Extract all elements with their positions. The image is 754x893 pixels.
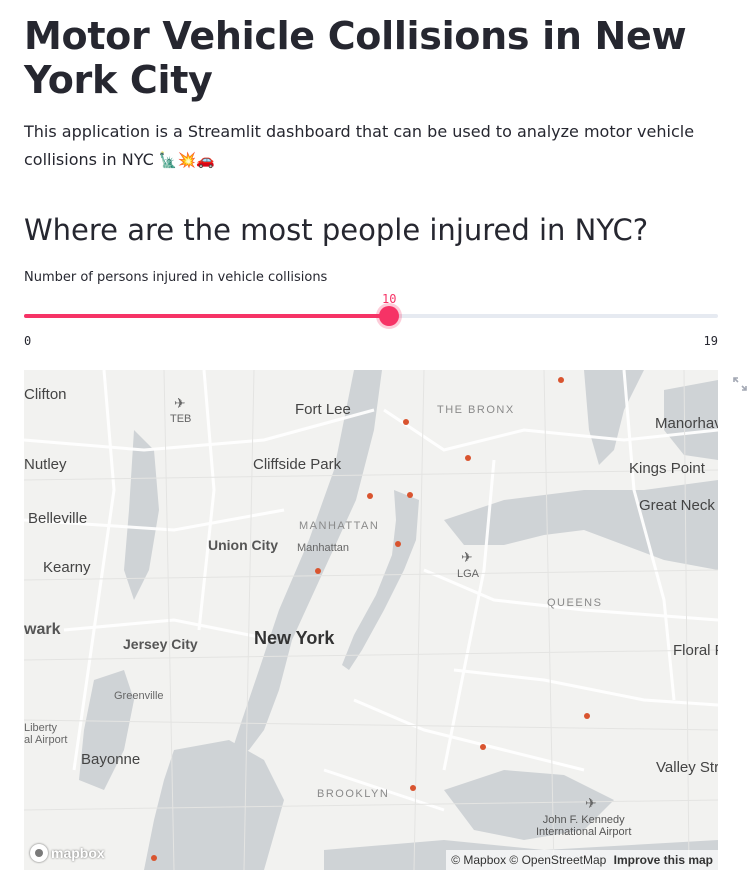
collision-point — [558, 377, 564, 383]
map-label-brooklyn: BROOKLYN — [317, 788, 390, 800]
collision-emoji: 💥 — [177, 151, 197, 169]
map-label-jersey-city: Jersey City — [123, 636, 198, 652]
intro-paragraph: This application is a Streamlit dashboar… — [24, 118, 718, 174]
map-label-great-neck: Great Neck — [639, 497, 715, 514]
collision-point — [395, 541, 401, 547]
map-label-manhattan: Manhattan — [297, 542, 349, 554]
map-label-new-york: New York — [254, 628, 335, 648]
map-label-cliffside-park: Cliffside Park — [253, 456, 342, 473]
collision-map[interactable]: Clifton ✈ TEB Fort Lee THE BRONX Manorha… — [24, 370, 718, 870]
mapbox-logo-text: mapbox — [51, 845, 105, 861]
map-label-newark: wark — [24, 621, 61, 638]
collision-point — [410, 785, 416, 791]
collision-point — [367, 493, 373, 499]
airport-icon: ✈ — [174, 396, 186, 412]
fullscreen-icon[interactable] — [732, 376, 748, 392]
map-label-belleville: Belleville — [28, 510, 88, 527]
map-label-manorhaven: Manorhaven — [655, 415, 718, 432]
map-label-valley-stream: Valley Str — [656, 759, 718, 776]
airport-icon: ✈ — [461, 550, 473, 566]
collision-point — [480, 744, 486, 750]
map-label-union-city: Union City — [208, 537, 278, 553]
map-label-kearny: Kearny — [43, 559, 91, 576]
map-label-nutley: Nutley — [24, 456, 67, 473]
map-label-fort-lee: Fort Lee — [295, 401, 351, 418]
map-label-bayonne: Bayonne — [81, 751, 141, 768]
map-label-teb: TEB — [170, 413, 192, 425]
mapbox-logo[interactable]: mapbox — [30, 844, 105, 862]
slider-min-label: 0 — [24, 334, 32, 348]
collision-point — [407, 492, 413, 498]
page-title: Motor Vehicle Collisions in New York Cit… — [24, 14, 687, 102]
map-label-jfk: John F. Kennedy International Airport — [536, 814, 632, 838]
map-label-kings-point: Kings Point — [629, 460, 705, 477]
collision-point — [151, 855, 157, 861]
map-label-greenville: Greenville — [114, 690, 164, 702]
attribution-text: © Mapbox © OpenStreetMap — [451, 853, 607, 867]
collision-point — [403, 419, 409, 425]
map-label-liberty-airport: Liberty al Airport — [24, 722, 68, 746]
slider-fill — [24, 314, 390, 318]
map-attribution: © Mapbox © OpenStreetMap Improve this ma… — [446, 850, 718, 870]
injuries-slider[interactable] — [24, 306, 718, 326]
statue-of-liberty-emoji: 🗽 — [158, 151, 178, 169]
improve-map-link[interactable]: Improve this map — [614, 853, 713, 867]
airport-icon: ✈ — [585, 796, 597, 812]
car-emoji: 🚗 — [196, 151, 215, 169]
slider-thumb[interactable] — [379, 306, 400, 326]
map-label-the-bronx: THE BRONX — [437, 404, 515, 416]
map-label-queens: QUEENS — [547, 597, 603, 609]
slider-max-label: 19 — [703, 334, 718, 348]
map-label-manhattan-district: MANHATTAN — [299, 520, 380, 532]
collision-point — [465, 455, 471, 461]
map-label-floral-park: Floral P — [673, 642, 718, 659]
collision-point — [584, 713, 590, 719]
map-label-clifton: Clifton — [24, 386, 67, 403]
intro-text: This application is a Streamlit dashboar… — [24, 122, 695, 169]
section-subheader: Where are the most people injured in NYC… — [24, 213, 649, 247]
collision-point — [315, 568, 321, 574]
map-label-lga: LGA — [457, 568, 480, 580]
slider-current-value: 10 — [382, 292, 397, 306]
mapbox-logo-icon — [30, 844, 48, 862]
slider-label: Number of persons injured in vehicle col… — [24, 270, 328, 285]
